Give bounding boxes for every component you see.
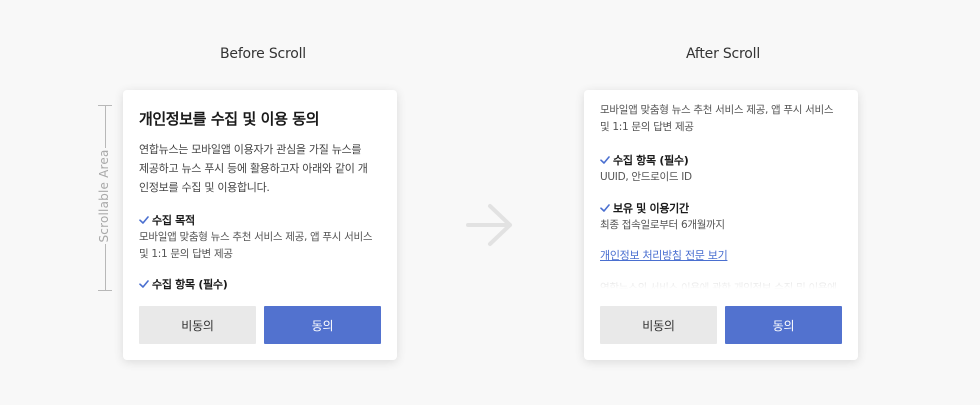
after-scroll-label: After Scroll	[686, 46, 761, 62]
consent-dialog-before-scroll: 개인정보를 수집 및 이용 동의 연합뉴스는 모바일앱 이용자가 관심을 가질 …	[123, 90, 397, 360]
scrollable-area-indicator: Scrollable Area	[97, 105, 112, 291]
dialog-title: 개인정보를 수집 및 이용 동의	[139, 110, 320, 128]
consent-dialog-after-scroll: 모바일앱 맞춤형 뉴스 추천 서비스 제공, 앱 푸시 서비스 및 1:1 문의…	[584, 90, 858, 360]
scrollable-area-label: Scrollable Area	[97, 148, 111, 244]
disagree-button[interactable]: 비동의	[139, 306, 256, 344]
before-scroll-label: Before Scroll	[220, 46, 307, 62]
dialog-scroll-content[interactable]: 개인정보를 수집 및 이용 동의 연합뉴스는 모바일앱 이용자가 관심을 가질 …	[139, 90, 381, 292]
check-icon	[139, 216, 149, 224]
arrow-right-icon	[466, 204, 512, 246]
dialog-button-row: 비동의 동의	[600, 306, 842, 344]
section-heading-text: 수집 목적	[152, 214, 195, 227]
section-heading-text: 수집 항목 (필수)	[152, 278, 228, 291]
section-line: UUID, 안드로이드 ID	[600, 171, 692, 183]
section-line: 모바일앱 맞춤형 뉴스 추천 서비스 제공, 앱 푸시 서비스	[600, 104, 834, 116]
privacy-policy-link[interactable]: 개인정보 처리방침 전문 보기	[600, 247, 728, 263]
section-heading-items: 수집 항목 (필수)	[139, 276, 228, 292]
section-body-purpose: 모바일앱 맞춤형 뉴스 추천 서비스 제공, 앱 푸시 서비스 및 1:1 문의…	[139, 229, 381, 263]
check-icon	[600, 156, 610, 164]
agree-button[interactable]: 동의	[725, 306, 842, 344]
section-line: 및 1:1 문의 답변 제공	[139, 248, 233, 260]
dialog-button-row: 비동의 동의	[139, 306, 381, 344]
section-heading-text: 수집 항목 (필수)	[613, 154, 689, 167]
section-line: 및 1:1 문의 답변 제공	[600, 121, 694, 133]
section-heading-items: 수집 항목 (필수)	[600, 152, 689, 168]
intro-line: 연합뉴스는 모바일앱 이용자가 관심을 가질 뉴스를	[139, 143, 362, 156]
section-body-purpose: 모바일앱 맞춤형 뉴스 추천 서비스 제공, 앱 푸시 서비스 및 1:1 문의…	[600, 102, 842, 136]
agree-button[interactable]: 동의	[264, 306, 381, 344]
section-line: 모바일앱 맞춤형 뉴스 추천 서비스 제공, 앱 푸시 서비스	[139, 231, 373, 243]
indicator-bottom-cap	[98, 290, 112, 291]
check-icon	[600, 204, 610, 212]
trailing-text: 연합뉴스의 서비스 이용에 관한 개인정보 수집 및 이용에	[600, 282, 837, 292]
section-heading-purpose: 수집 목적	[139, 212, 195, 228]
section-heading-text: 보유 및 이용기간	[613, 202, 689, 215]
dialog-scroll-content[interactable]: 모바일앱 맞춤형 뉴스 추천 서비스 제공, 앱 푸시 서비스 및 1:1 문의…	[600, 90, 842, 292]
section-heading-retention: 보유 및 이용기간	[600, 200, 689, 216]
section-line: 최종 접속일로부터 6개월까지	[600, 219, 725, 231]
section-body-retention: 최종 접속일로부터 6개월까지	[600, 217, 842, 234]
intro-line: 인정보를 수집 및 이용합니다.	[139, 181, 270, 194]
disagree-button[interactable]: 비동의	[600, 306, 717, 344]
section-body-items: UUID, 안드로이드 ID	[600, 169, 842, 186]
check-icon	[139, 280, 149, 288]
intro-line: 제공하고 뉴스 푸시 등에 활용하고자 아래와 같이 개	[139, 162, 368, 175]
dialog-intro: 연합뉴스는 모바일앱 이용자가 관심을 가질 뉴스를 제공하고 뉴스 푸시 등에…	[139, 140, 379, 197]
